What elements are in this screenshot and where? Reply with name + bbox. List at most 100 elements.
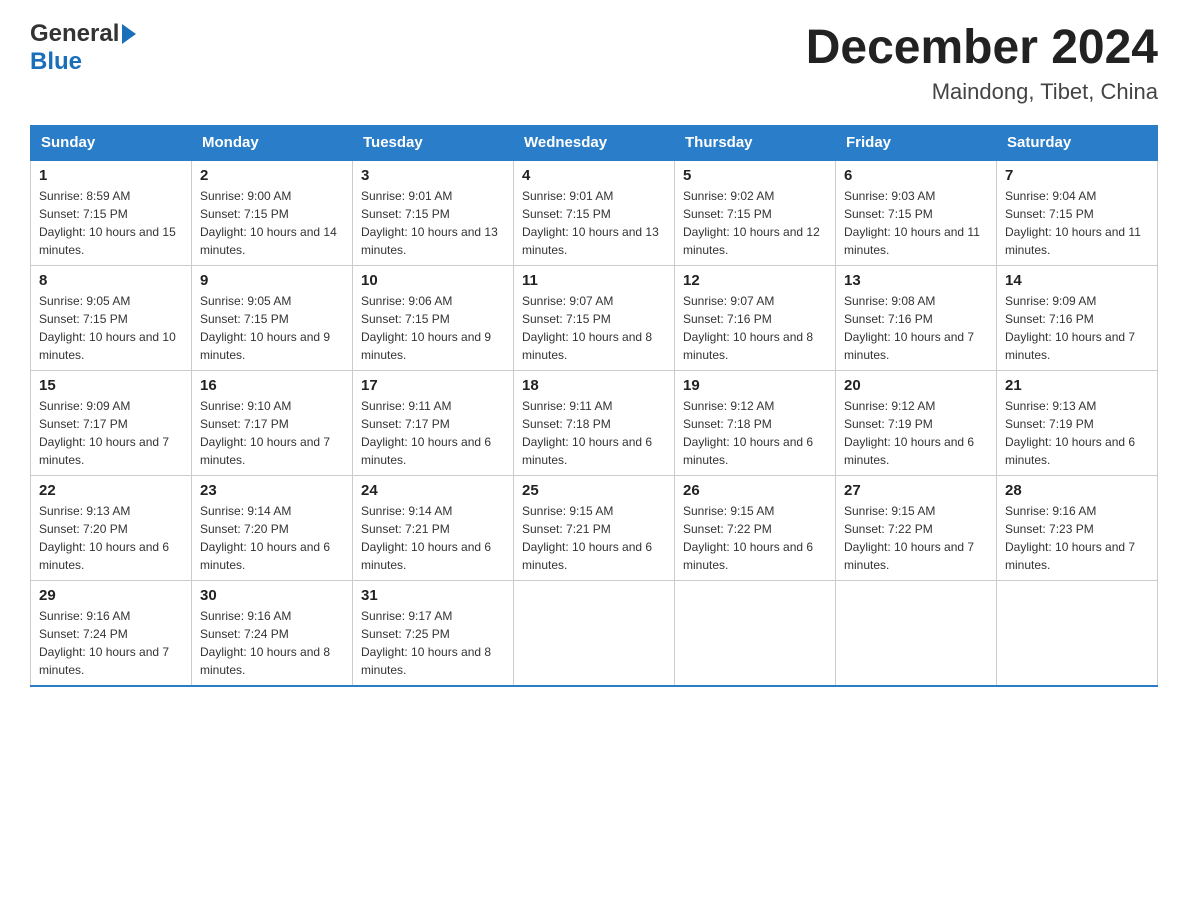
day-number: 20	[844, 377, 988, 394]
day-info: Sunrise: 9:02 AMSunset: 7:15 PMDaylight:…	[683, 187, 827, 259]
day-number: 13	[844, 272, 988, 289]
day-info: Sunrise: 9:13 AMSunset: 7:20 PMDaylight:…	[39, 502, 183, 574]
calendar-header: SundayMondayTuesdayWednesdayThursdayFrid…	[31, 126, 1158, 161]
calendar-cell: 2Sunrise: 9:00 AMSunset: 7:15 PMDaylight…	[192, 160, 353, 266]
calendar-week-row: 8 Sunrise: 9:05 AMSunset: 7:15 PMDaylight…	[31, 266, 1158, 371]
day-number: 8	[39, 272, 183, 289]
calendar-cell: 8Sunrise: 9:05 AMSunset: 7:15 PMDaylight…	[31, 266, 192, 371]
calendar-cell: 20Sunrise: 9:12 AMSunset: 7:19 PMDayligh…	[836, 371, 997, 476]
calendar-cell: 9 Sunrise: 9:05 AMSunset: 7:15 PMDaylight…	[192, 266, 353, 371]
calendar-cell: 17Sunrise: 9:11 AMSunset: 7:17 PMDayligh…	[353, 371, 514, 476]
header-row: SundayMondayTuesdayWednesdayThursdayFrid…	[31, 126, 1158, 161]
day-number: 22	[39, 482, 183, 499]
header-day-tuesday: Tuesday	[353, 126, 514, 161]
day-info: Sunrise: 9:08 AMSunset: 7:16 PMDaylight:…	[844, 292, 988, 364]
day-number: 7	[1005, 167, 1149, 184]
day-number: 1	[39, 167, 183, 184]
day-number: 21	[1005, 377, 1149, 394]
calendar-cell: 6 Sunrise: 9:03 AMSunset: 7:15 PMDaylight…	[836, 160, 997, 266]
calendar-cell: 5 Sunrise: 9:02 AMSunset: 7:15 PMDaylight…	[675, 160, 836, 266]
day-number: 19	[683, 377, 827, 394]
day-info: Sunrise: 9:14 AMSunset: 7:21 PMDaylight:…	[361, 502, 505, 574]
calendar-week-row: 1 Sunrise: 8:59 AMSunset: 7:15 PMDaylight…	[31, 160, 1158, 266]
day-number: 3	[361, 167, 505, 184]
day-info: Sunrise: 9:13 AMSunset: 7:19 PMDaylight:…	[1005, 397, 1149, 469]
day-info: Sunrise: 8:59 AMSunset: 7:15 PMDaylight:…	[39, 187, 183, 259]
calendar-cell: 13 Sunrise: 9:08 AMSunset: 7:16 PMDayligh…	[836, 266, 997, 371]
logo-triangle-icon	[122, 24, 136, 44]
location-title: Maindong, Tibet, China	[806, 79, 1158, 105]
day-number: 15	[39, 377, 183, 394]
calendar-week-row: 22 Sunrise: 9:13 AMSunset: 7:20 PMDayligh…	[31, 476, 1158, 581]
day-number: 23	[200, 482, 344, 499]
logo: General Blue	[30, 20, 136, 76]
calendar-cell: 15 Sunrise: 9:09 AMSunset: 7:17 PMDayligh…	[31, 371, 192, 476]
day-number: 12	[683, 272, 827, 289]
day-number: 4	[522, 167, 666, 184]
day-info: Sunrise: 9:15 AMSunset: 7:21 PMDaylight:…	[522, 502, 666, 574]
header-day-thursday: Thursday	[675, 126, 836, 161]
calendar-cell: 28Sunrise: 9:16 AMSunset: 7:23 PMDayligh…	[997, 476, 1158, 581]
page-header: General Blue December 2024 Maindong, Tib…	[30, 20, 1158, 105]
header-day-sunday: Sunday	[31, 126, 192, 161]
logo-general-text: General	[30, 20, 119, 48]
day-number: 6	[844, 167, 988, 184]
day-number: 27	[844, 482, 988, 499]
day-info: Sunrise: 9:11 AMSunset: 7:18 PMDaylight:…	[522, 397, 666, 469]
day-number: 2	[200, 167, 344, 184]
day-number: 11	[522, 272, 666, 289]
day-info: Sunrise: 9:09 AMSunset: 7:16 PMDaylight:…	[1005, 292, 1149, 364]
calendar-cell: 11Sunrise: 9:07 AMSunset: 7:15 PMDayligh…	[514, 266, 675, 371]
day-info: Sunrise: 9:05 AMSunset: 7:15 PMDaylight:…	[200, 292, 344, 364]
calendar-cell: 7Sunrise: 9:04 AMSunset: 7:15 PMDaylight…	[997, 160, 1158, 266]
calendar-cell: 18 Sunrise: 9:11 AMSunset: 7:18 PMDayligh…	[514, 371, 675, 476]
calendar-cell: 22 Sunrise: 9:13 AMSunset: 7:20 PMDayligh…	[31, 476, 192, 581]
day-number: 5	[683, 167, 827, 184]
day-info: Sunrise: 9:15 AMSunset: 7:22 PMDaylight:…	[844, 502, 988, 574]
day-number: 30	[200, 587, 344, 604]
day-info: Sunrise: 9:14 AMSunset: 7:20 PMDaylight:…	[200, 502, 344, 574]
day-info: Sunrise: 9:12 AMSunset: 7:18 PMDaylight:…	[683, 397, 827, 469]
calendar-week-row: 29 Sunrise: 9:16 AMSunset: 7:24 PMDayligh…	[31, 581, 1158, 687]
calendar-cell	[836, 581, 997, 687]
calendar-cell: 23 Sunrise: 9:14 AMSunset: 7:20 PMDayligh…	[192, 476, 353, 581]
day-number: 28	[1005, 482, 1149, 499]
calendar-cell	[997, 581, 1158, 687]
day-number: 9	[200, 272, 344, 289]
calendar-body: 1 Sunrise: 8:59 AMSunset: 7:15 PMDaylight…	[31, 160, 1158, 686]
calendar-cell: 26Sunrise: 9:15 AMSunset: 7:22 PMDayligh…	[675, 476, 836, 581]
header-day-wednesday: Wednesday	[514, 126, 675, 161]
day-info: Sunrise: 9:01 AMSunset: 7:15 PMDaylight:…	[361, 187, 505, 259]
calendar-table: SundayMondayTuesdayWednesdayThursdayFrid…	[30, 125, 1158, 687]
calendar-cell	[514, 581, 675, 687]
day-info: Sunrise: 9:07 AMSunset: 7:16 PMDaylight:…	[683, 292, 827, 364]
calendar-cell: 25 Sunrise: 9:15 AMSunset: 7:21 PMDayligh…	[514, 476, 675, 581]
calendar-cell	[675, 581, 836, 687]
day-number: 25	[522, 482, 666, 499]
day-number: 29	[39, 587, 183, 604]
day-number: 24	[361, 482, 505, 499]
day-info: Sunrise: 9:01 AMSunset: 7:15 PMDaylight:…	[522, 187, 666, 259]
calendar-cell: 24 Sunrise: 9:14 AMSunset: 7:21 PMDayligh…	[353, 476, 514, 581]
day-info: Sunrise: 9:03 AMSunset: 7:15 PMDaylight:…	[844, 187, 988, 259]
header-day-friday: Friday	[836, 126, 997, 161]
day-number: 31	[361, 587, 505, 604]
day-number: 16	[200, 377, 344, 394]
day-info: Sunrise: 9:06 AMSunset: 7:15 PMDaylight:…	[361, 292, 505, 364]
calendar-cell: 29 Sunrise: 9:16 AMSunset: 7:24 PMDayligh…	[31, 581, 192, 687]
day-info: Sunrise: 9:09 AMSunset: 7:17 PMDaylight:…	[39, 397, 183, 469]
calendar-cell: 4 Sunrise: 9:01 AMSunset: 7:15 PMDaylight…	[514, 160, 675, 266]
calendar-week-row: 15 Sunrise: 9:09 AMSunset: 7:17 PMDayligh…	[31, 371, 1158, 476]
day-info: Sunrise: 9:17 AMSunset: 7:25 PMDaylight:…	[361, 607, 505, 679]
logo-blue-text: Blue	[30, 48, 82, 76]
day-number: 14	[1005, 272, 1149, 289]
calendar-cell: 21 Sunrise: 9:13 AMSunset: 7:19 PMDayligh…	[997, 371, 1158, 476]
calendar-cell: 19 Sunrise: 9:12 AMSunset: 7:18 PMDayligh…	[675, 371, 836, 476]
header-day-monday: Monday	[192, 126, 353, 161]
day-info: Sunrise: 9:16 AMSunset: 7:24 PMDaylight:…	[39, 607, 183, 679]
calendar-cell: 31 Sunrise: 9:17 AMSunset: 7:25 PMDayligh…	[353, 581, 514, 687]
day-number: 18	[522, 377, 666, 394]
day-number: 17	[361, 377, 505, 394]
day-info: Sunrise: 9:15 AMSunset: 7:22 PMDaylight:…	[683, 502, 827, 574]
day-info: Sunrise: 9:16 AMSunset: 7:24 PMDaylight:…	[200, 607, 344, 679]
